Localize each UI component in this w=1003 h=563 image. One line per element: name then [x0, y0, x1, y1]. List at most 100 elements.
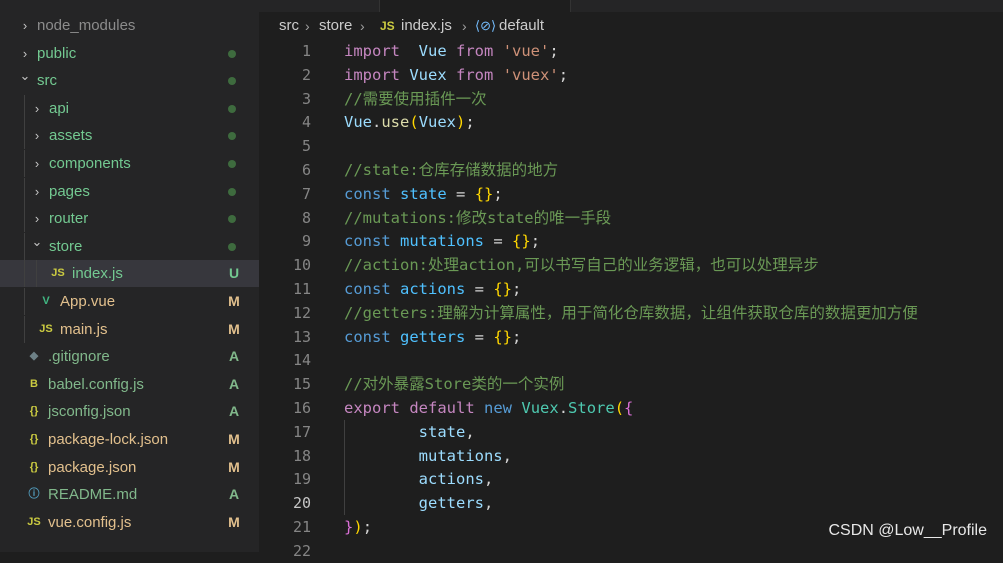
git-status-badge: A [228, 348, 240, 365]
git-change-dot-icon [228, 242, 236, 251]
tree-item-label: .gitignore [48, 348, 110, 366]
tree-item-label: public [37, 44, 77, 62]
line-number: 11 [292, 280, 311, 298]
line-number: 19 [292, 470, 311, 489]
js-file-icon: JS [380, 19, 395, 33]
tree-item[interactable]: JS main.js M [0, 315, 259, 343]
line-number: 16 [292, 399, 311, 417]
code-line[interactable]: 20 getters, [259, 491, 1003, 515]
line-number: 2 [301, 65, 311, 84]
tree-item-label: vue.config.js [48, 513, 132, 531]
json-file-icon: {} [29, 433, 39, 445]
code-line[interactable]: 14 [259, 348, 1003, 372]
breadcrumb: src › store › JS index.js › ⟨⊘⟩ default [259, 14, 1003, 38]
chevron-right-icon: › [34, 156, 40, 171]
code-editor[interactable]: src › store › JS index.js › ⟨⊘⟩ default … [259, 0, 1003, 560]
line-number: 10 [292, 256, 311, 275]
code-line[interactable]: 10 //action:处理action,可以书写自己的业务逻辑，也可以处理异步 [259, 253, 1003, 277]
git-status-badge: M [228, 431, 240, 447]
code-line[interactable]: 11 const actions = {}; [259, 277, 1003, 301]
code-line[interactable]: 8 //mutations:修改state的唯一手段 [259, 206, 1003, 230]
js-file-icon: JS [39, 322, 53, 335]
code-text: const actions = {}; [344, 280, 522, 298]
tree-item-label: src [37, 72, 57, 90]
git-status-badge: A [228, 403, 240, 420]
js-file-icon: JS [27, 515, 41, 528]
line-number: 5 [301, 137, 311, 156]
tree-item[interactable]: ⌄ src [0, 67, 259, 94]
tree-item-label: package.json [48, 458, 137, 476]
code-text: //mutations:修改state的唯一手段 [344, 208, 612, 227]
git-change-dot-icon [228, 160, 236, 168]
tree-item-label: package-lock.json [48, 431, 169, 448]
tree-item-label: jsconfig.json [48, 403, 131, 421]
tree-item[interactable]: {} package.json M [0, 454, 259, 481]
line-number: 13 [292, 327, 311, 346]
tree-item[interactable]: › router [0, 205, 259, 233]
line-number: 4 [301, 113, 311, 132]
code-line[interactable]: 17 state, [259, 420, 1003, 444]
tree-item[interactable]: ⓘ README.md A [0, 481, 259, 508]
code-line[interactable]: 4 Vue.use(Vuex); [259, 110, 1003, 134]
code-line[interactable]: 19 actions, [259, 467, 1003, 491]
tree-item[interactable]: JS index.js U [0, 260, 259, 288]
code-text: state, [418, 422, 475, 441]
code-line[interactable]: 12 //getters:理解为计算属性，用于简化仓库数据，让组件获取仓库的数据更… [259, 301, 1003, 325]
code-line[interactable]: 3 //需要使用插件一次 [259, 87, 1003, 111]
line-number: 6 [301, 161, 311, 179]
chevron-right-icon: › [360, 18, 365, 34]
chevron-right-icon: › [34, 211, 40, 227]
breadcrumb-default[interactable]: default [499, 14, 544, 38]
code-line[interactable]: 9 const mutations = {}; [259, 229, 1003, 253]
breadcrumb-src[interactable]: src [279, 14, 299, 38]
code-line[interactable]: 22 [259, 539, 1003, 563]
code-line[interactable]: 1 import Vue from 'vue'; [259, 39, 1003, 63]
git-change-dot-icon [228, 132, 236, 141]
git-status-badge: M [228, 320, 240, 337]
code-line[interactable]: 15 //对外暴露Store类的一个实例 [259, 372, 1003, 396]
code-text: //getters:理解为计算属性，用于简化仓库数据，让组件获取仓库的数据更加方… [344, 303, 918, 322]
tree-item[interactable]: JS vue.config.js M [0, 509, 259, 536]
tree-item[interactable]: {} jsconfig.json A [0, 398, 259, 425]
tree-item[interactable]: › pages [0, 177, 259, 205]
line-number: 14 [292, 351, 311, 370]
tree-item[interactable]: {} package-lock.json M [0, 426, 259, 453]
code-line[interactable]: 18 mutations, [259, 444, 1003, 468]
breadcrumb-index-js[interactable]: index.js [401, 14, 452, 38]
tree-item[interactable]: › components [0, 150, 259, 177]
tab-index-js[interactable] [379, 0, 571, 12]
code-text: mutations, [418, 446, 512, 465]
tree-item[interactable]: Bbabel.config.js A [0, 371, 259, 398]
tree-item[interactable]: › assets [0, 122, 259, 150]
tree-item-label: index.js [72, 265, 123, 283]
git-file-icon: ◆ [29, 350, 39, 363]
indent-guide [24, 232, 25, 260]
code-text: getters, [418, 494, 494, 513]
code-line[interactable]: 2 import Vuex from 'vuex'; [259, 63, 1003, 87]
vue-file-icon: V [42, 295, 50, 307]
line-number: 1 [301, 42, 311, 60]
breadcrumb-store[interactable]: store [319, 14, 352, 38]
tree-item[interactable]: › api [0, 94, 259, 122]
indent-guide [24, 315, 25, 343]
chevron-right-icon: › [34, 128, 40, 144]
line-number: 9 [301, 232, 311, 251]
indent-guide [24, 260, 25, 288]
git-change-dot-icon [228, 49, 236, 58]
git-change-dot-icon [228, 77, 236, 86]
chevron-right-icon: › [34, 183, 40, 199]
tree-item[interactable]: ⌄ store [0, 232, 259, 260]
git-status-badge: M [228, 293, 240, 309]
tree-item[interactable]: › node_modules [0, 12, 259, 39]
tree-item[interactable]: › public [0, 40, 259, 67]
code-line[interactable]: 5 [259, 134, 1003, 158]
tree-item[interactable]: ◆ .gitignore A [0, 343, 259, 370]
line-number: 15 [292, 375, 311, 394]
code-line[interactable]: 13 const getters = {}; [259, 325, 1003, 349]
line-number: 17 [292, 422, 311, 441]
code-line[interactable]: 16 export default new Vuex.Store({ [259, 396, 1003, 420]
code-line[interactable]: 6 //state:仓库存储数据的地方 [259, 158, 1003, 182]
code-text: actions, [418, 470, 494, 489]
code-line[interactable]: 7 const state = {}; [259, 182, 1003, 206]
tree-item[interactable]: V App.vue M [0, 288, 259, 315]
